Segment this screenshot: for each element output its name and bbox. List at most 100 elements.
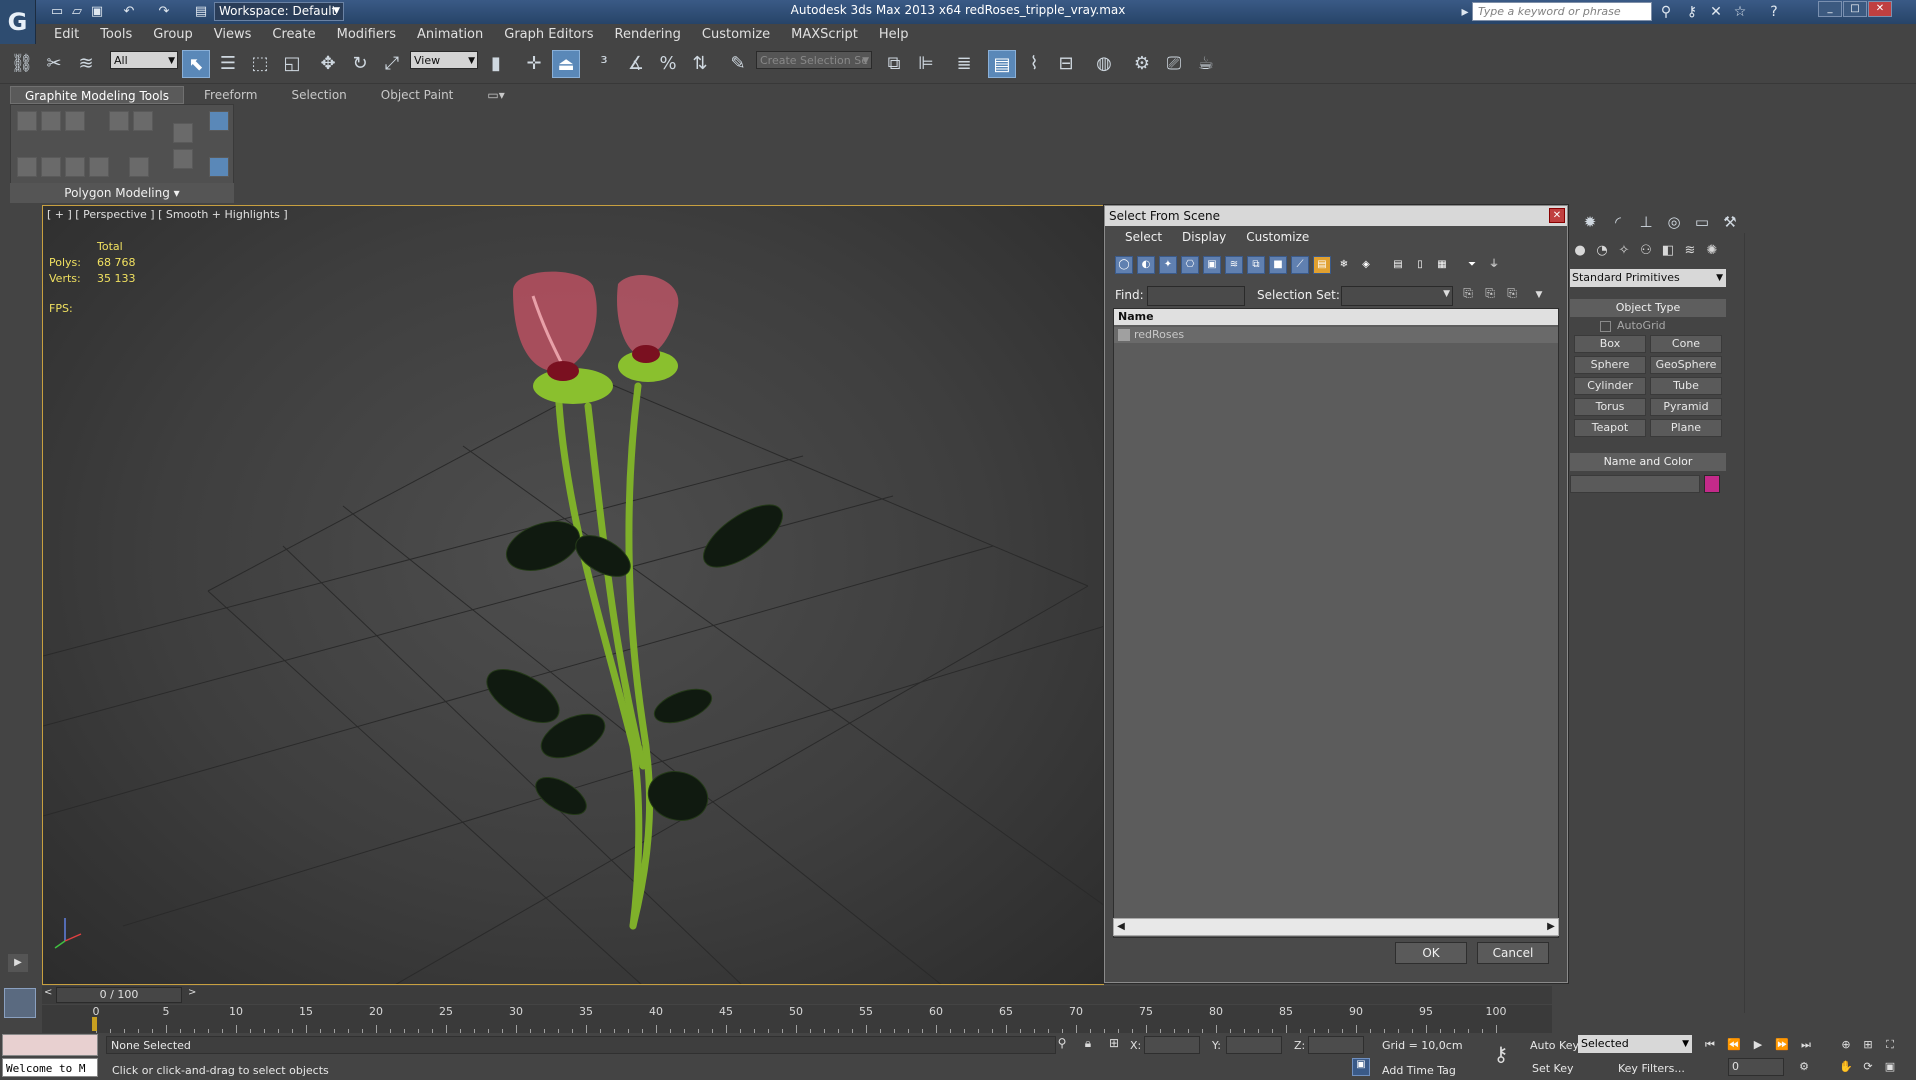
- create-selection-set-icon[interactable]: ⎘: [1459, 286, 1477, 304]
- lights-icon[interactable]: ✧: [1614, 241, 1634, 261]
- add-time-tag[interactable]: Add Time Tag: [1382, 1064, 1456, 1077]
- display-bones-icon[interactable]: ⟋: [1291, 256, 1309, 274]
- reference-coord-dropdown[interactable]: View ▼: [410, 51, 478, 69]
- undo-icon[interactable]: ↶: [120, 3, 138, 21]
- named-selection-dropdown[interactable]: Create Selection Se ▼: [756, 51, 872, 69]
- isolate-selection-icon[interactable]: ⚲: [1054, 1036, 1070, 1054]
- display-cameras-icon[interactable]: ⎔: [1181, 256, 1199, 274]
- ribbon-tool-icon[interactable]: [17, 111, 37, 131]
- cameras-icon[interactable]: ⚇: [1636, 241, 1656, 261]
- ribbon-tool-icon[interactable]: [17, 157, 37, 177]
- key-icon[interactable]: ⚷: [1682, 3, 1702, 21]
- maxscript-mini-listener[interactable]: [2, 1034, 98, 1056]
- render-production-icon[interactable]: ☕: [1192, 50, 1220, 78]
- star-icon[interactable]: ☆: [1730, 3, 1750, 21]
- chevron-right-icon[interactable]: ▸: [1460, 3, 1470, 21]
- time-slider[interactable]: < 0 / 100 >: [42, 986, 1552, 1004]
- angle-snap-icon[interactable]: ∡: [622, 50, 650, 78]
- name-and-color-rollout[interactable]: Name and Color: [1570, 453, 1726, 471]
- selection-set-dropdown[interactable]: ▼: [1341, 286, 1453, 306]
- tab-object-paint[interactable]: Object Paint: [367, 86, 468, 104]
- rotate-icon[interactable]: ↻: [346, 50, 374, 78]
- menu-graph-editors[interactable]: Graph Editors: [504, 27, 593, 42]
- ribbon-tool-icon[interactable]: [129, 157, 149, 177]
- display-hidden-icon[interactable]: ◈: [1357, 256, 1375, 274]
- orbit-icon[interactable]: ⟳: [1858, 1058, 1878, 1076]
- utilities-tab-icon[interactable]: ⚒: [1718, 211, 1742, 233]
- unlink-icon[interactable]: ✂: [40, 50, 68, 78]
- systems-icon[interactable]: ✺: [1702, 241, 1722, 261]
- dialog-menu-display[interactable]: Display: [1182, 230, 1226, 244]
- scroll-right-icon[interactable]: ▶: [1544, 919, 1558, 935]
- project-folder-icon[interactable]: ▤: [192, 3, 210, 21]
- pyramid-button[interactable]: Pyramid: [1650, 398, 1722, 416]
- time-tag-icon[interactable]: ▣: [1352, 1058, 1370, 1076]
- rendered-frame-icon[interactable]: ⎚: [1160, 50, 1188, 78]
- viewport-label[interactable]: [ + ] [ Perspective ] [ Smooth + Highlig…: [47, 208, 288, 221]
- previous-frame-icon[interactable]: <: [44, 987, 52, 998]
- window-crossing-icon[interactable]: ◱: [278, 50, 306, 78]
- app-logo-icon[interactable]: G: [0, 0, 36, 44]
- list-item[interactable]: redRoses: [1114, 327, 1558, 343]
- select-none-icon[interactable]: ▯: [1411, 256, 1429, 274]
- curve-editor-icon[interactable]: ⌇: [1020, 50, 1048, 78]
- autogrid-checkbox[interactable]: AutoGrid: [1600, 319, 1666, 332]
- display-tab-icon[interactable]: ▭: [1690, 211, 1714, 233]
- current-frame-marker[interactable]: [92, 1017, 97, 1031]
- z-coordinate-field[interactable]: [1308, 1036, 1364, 1054]
- zoom-extents-icon[interactable]: ⛶: [1880, 1036, 1900, 1054]
- maximize-button[interactable]: □: [1843, 1, 1867, 17]
- ribbon-options-icon[interactable]: ▭▾: [473, 86, 518, 104]
- plane-button[interactable]: Plane: [1650, 419, 1722, 437]
- scale-icon[interactable]: ⤢: [378, 50, 406, 78]
- horizontal-scrollbar[interactable]: ◀ ▶: [1113, 918, 1559, 936]
- menu-customize[interactable]: Customize: [702, 27, 770, 42]
- display-shapes-icon[interactable]: ◐: [1137, 256, 1155, 274]
- time-config-icon[interactable]: ⚙: [1794, 1058, 1814, 1076]
- selection-filter-dropdown[interactable]: All ▼: [110, 51, 178, 69]
- ribbon-tool-icon[interactable]: [89, 157, 109, 177]
- remove-from-selection-set-icon[interactable]: ⎘: [1503, 286, 1521, 304]
- redo-icon[interactable]: ↷: [155, 3, 173, 21]
- menu-tools[interactable]: Tools: [100, 27, 132, 42]
- pan-icon[interactable]: ✋: [1836, 1058, 1856, 1076]
- menu-create[interactable]: Create: [272, 27, 315, 42]
- zoom-icon[interactable]: ⊕: [1836, 1036, 1856, 1054]
- ribbon-tool-icon[interactable]: [173, 149, 193, 169]
- display-helpers-icon[interactable]: ▣: [1203, 256, 1221, 274]
- x-coordinate-field[interactable]: [1144, 1036, 1200, 1054]
- ribbon-tool-icon[interactable]: [41, 157, 61, 177]
- mini-curve-editor-toggle[interactable]: [4, 988, 36, 1018]
- chevron-down-icon[interactable]: ▼: [1533, 290, 1545, 302]
- display-frozen-icon[interactable]: ❄: [1335, 256, 1353, 274]
- tab-freeform[interactable]: Freeform: [190, 86, 271, 104]
- tab-selection[interactable]: Selection: [277, 86, 360, 104]
- track-bar[interactable]: 0 5 10 15 20 25 30 35 40 45 50 55 60 65 70 75 80 85 90 95 10…: [42, 1005, 1552, 1033]
- filter-options-icon[interactable]: ⏚: [1485, 256, 1503, 274]
- open-file-icon[interactable]: ▱: [68, 3, 86, 21]
- maxscript-welcome-text[interactable]: Welcome to M: [2, 1058, 98, 1077]
- play-icon[interactable]: ▶: [8, 954, 28, 972]
- teapot-button[interactable]: Teapot: [1574, 419, 1646, 437]
- link-icon[interactable]: ⛓: [8, 50, 36, 78]
- sphere-button[interactable]: Sphere: [1574, 356, 1646, 374]
- workspace-dropdown[interactable]: Workspace: Default ▼: [214, 2, 344, 21]
- space-warps-icon[interactable]: ≋: [1680, 241, 1700, 261]
- spinner-snap-icon[interactable]: ⇅: [686, 50, 714, 78]
- graphite-toggle-icon[interactable]: ▤: [988, 50, 1016, 78]
- help-icon[interactable]: ?: [1764, 3, 1784, 21]
- menu-group[interactable]: Group: [153, 27, 193, 42]
- cylinder-button[interactable]: Cylinder: [1574, 377, 1646, 395]
- mirror-icon[interactable]: ⧉: [880, 50, 908, 78]
- next-frame-button-icon[interactable]: ⏩: [1772, 1036, 1792, 1054]
- go-to-start-icon[interactable]: ⏮: [1700, 1036, 1720, 1054]
- binoculars-icon[interactable]: ⚲: [1656, 3, 1676, 21]
- hierarchy-tab-icon[interactable]: ⊥: [1634, 211, 1658, 233]
- minimize-button[interactable]: _: [1818, 1, 1842, 17]
- menu-rendering[interactable]: Rendering: [615, 27, 681, 42]
- keyboard-shortcut-override-icon[interactable]: ⏏: [552, 50, 580, 78]
- ok-button[interactable]: OK: [1395, 942, 1467, 964]
- helpers-icon[interactable]: ◧: [1658, 241, 1678, 261]
- select-manipulate-icon[interactable]: ✛: [520, 50, 548, 78]
- select-all-icon[interactable]: ▤: [1389, 256, 1407, 274]
